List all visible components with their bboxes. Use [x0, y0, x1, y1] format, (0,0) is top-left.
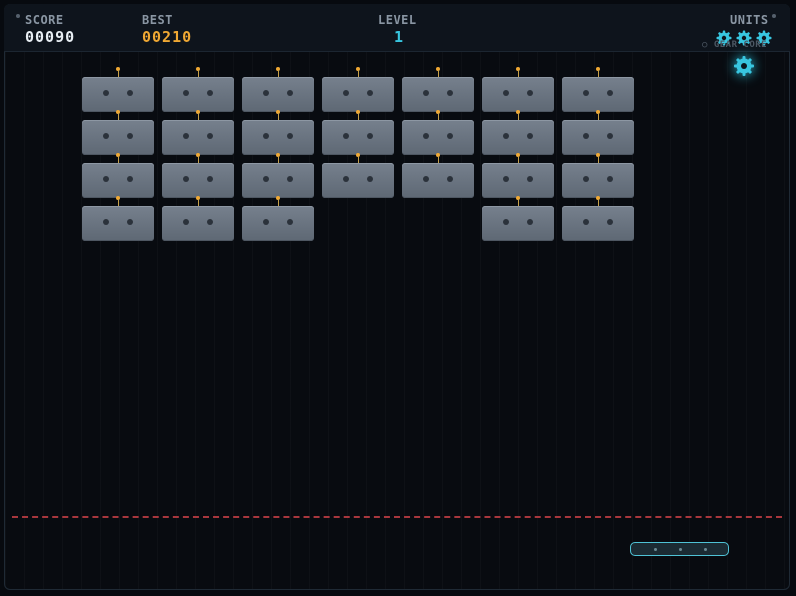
brick-eye [343, 90, 349, 96]
brick-eye [607, 176, 613, 182]
brick-eye [503, 133, 509, 139]
brick-eye [183, 133, 189, 139]
units-label: UNITS [730, 13, 769, 27]
robot-brick [242, 206, 314, 241]
hud-corner-dot [16, 14, 20, 18]
brick-eye [583, 219, 589, 225]
score-label: SCORE [25, 13, 64, 27]
robot-brick [242, 120, 314, 155]
brick-eye [343, 133, 349, 139]
robot-brick [322, 120, 394, 155]
robot-brick [162, 120, 234, 155]
brick-eye [287, 219, 293, 225]
brick-eye [527, 133, 533, 139]
gear-core-powerup-icon[interactable] [733, 55, 755, 77]
brick-eye [287, 133, 293, 139]
brick-eye [423, 133, 429, 139]
robot-brick [402, 120, 474, 155]
danger-line [12, 516, 782, 518]
brick-eye [583, 133, 589, 139]
robot-brick [562, 120, 634, 155]
robot-brick [242, 163, 314, 198]
robot-brick [482, 206, 554, 241]
brick-eye [263, 219, 269, 225]
brick-eye [287, 90, 293, 96]
best-value: 00210 [142, 28, 193, 46]
brick-eye [607, 90, 613, 96]
robot-brick [482, 120, 554, 155]
player-paddle[interactable] [630, 542, 729, 556]
brick-eye [263, 133, 269, 139]
paddle-light [679, 548, 682, 551]
brick-eye [503, 219, 509, 225]
robot-brick [562, 206, 634, 241]
brick-eye [207, 176, 213, 182]
robot-brick [242, 77, 314, 112]
robot-brick [482, 77, 554, 112]
brick-eye [207, 133, 213, 139]
brick-eye [607, 133, 613, 139]
brick-eye [367, 176, 373, 182]
brick-eye [263, 176, 269, 182]
robot-brick [82, 77, 154, 112]
score-value: 00090 [25, 28, 76, 46]
robot-brick [402, 77, 474, 112]
powerup-label: ○ GEAR CORE [702, 40, 768, 50]
brick-eye [127, 133, 133, 139]
brick-eye [343, 176, 349, 182]
best-label: BEST [142, 13, 173, 27]
robot-brick [322, 163, 394, 198]
paddle-light [704, 548, 707, 551]
brick-eye [447, 176, 453, 182]
robot-brick [82, 120, 154, 155]
brick-eye [103, 133, 109, 139]
paddle-light [654, 548, 657, 551]
robot-brick [562, 77, 634, 112]
brick-eye [367, 133, 373, 139]
brick-eye [183, 176, 189, 182]
brick-eye [183, 90, 189, 96]
brick-eye [447, 90, 453, 96]
brick-eye [103, 219, 109, 225]
hud-corner-dot [772, 14, 776, 18]
level-label: LEVEL [378, 13, 417, 27]
brick-eye [527, 219, 533, 225]
brick-eye [527, 176, 533, 182]
robot-brick [562, 163, 634, 198]
brick-eye [423, 176, 429, 182]
robot-brick [322, 77, 394, 112]
brick-eye [287, 176, 293, 182]
robot-brick [162, 77, 234, 112]
brick-eye [503, 90, 509, 96]
brick-eye [607, 219, 613, 225]
brick-eye [423, 90, 429, 96]
level-value: 1 [394, 28, 405, 46]
brick-eye [263, 90, 269, 96]
brick-eye [127, 219, 133, 225]
brick-eye [127, 90, 133, 96]
brick-eye [527, 90, 533, 96]
brick-eye [583, 90, 589, 96]
robot-brick [82, 206, 154, 241]
robot-brick [482, 163, 554, 198]
robot-brick [402, 163, 474, 198]
brick-eye [583, 176, 589, 182]
robot-brick [82, 163, 154, 198]
brick-eye [127, 176, 133, 182]
brick-eye [183, 219, 189, 225]
brick-eye [103, 176, 109, 182]
brick-eye [447, 133, 453, 139]
hud-bar: SCORE 00090 BEST 00210 LEVEL 1 UNITS [4, 4, 790, 52]
robot-brick [162, 206, 234, 241]
brick-eye [367, 90, 373, 96]
robot-brick [162, 163, 234, 198]
brick-eye [103, 90, 109, 96]
brick-eye [207, 219, 213, 225]
brick-eye [207, 90, 213, 96]
brick-eye [503, 176, 509, 182]
